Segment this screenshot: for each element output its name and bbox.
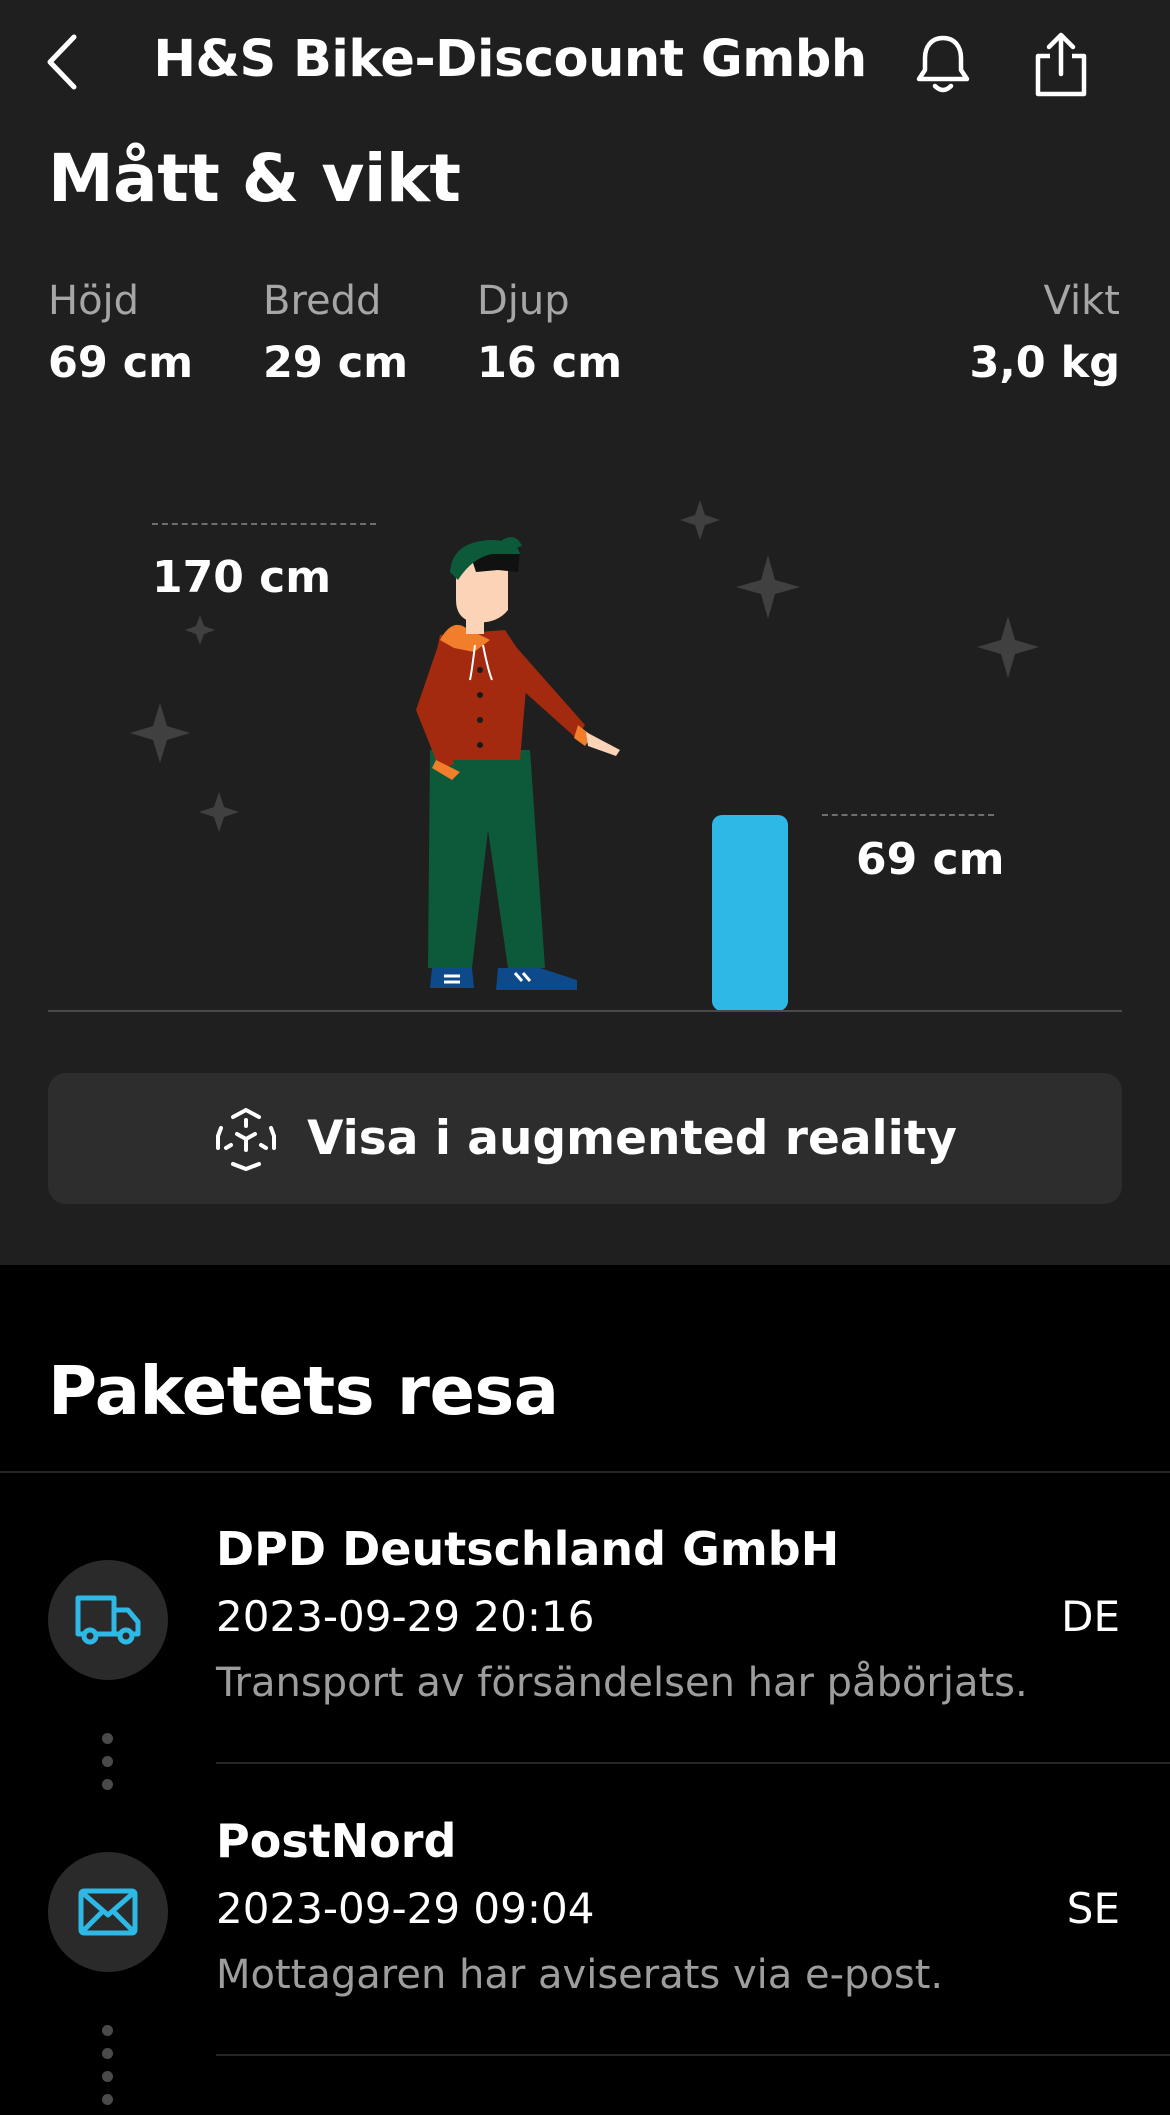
truck-icon	[75, 1595, 141, 1645]
event-time: 2023-09-29 09:04	[216, 1884, 595, 1933]
journey-event[interactable]: DPD Deutschland GmbH 2023-09-29 20:16 DE…	[0, 1500, 1170, 1764]
timeline-dot	[102, 2048, 113, 2059]
event-country: DE	[1061, 1592, 1120, 1641]
height-label: Höjd	[48, 278, 140, 324]
app-header: H&S Bike-Discount Gmbh	[0, 0, 1170, 130]
page-title: H&S Bike-Discount Gmbh	[153, 30, 867, 89]
ar-view-label: Visa i augmented reality	[307, 1111, 957, 1166]
ar-cube-icon	[216, 1107, 277, 1171]
depth-spec: Djup 16 cm	[477, 278, 622, 388]
event-description: Transport av försändelsen har påbörjats.	[216, 1660, 1028, 1706]
width-spec: Bredd 29 cm	[263, 278, 408, 388]
weight-value: 3,0 kg	[969, 338, 1120, 388]
event-carrier: DPD Deutschland GmbH	[216, 1522, 840, 1576]
event-separator	[216, 2054, 1170, 2056]
package-height-line	[822, 814, 994, 816]
share-button[interactable]	[1030, 30, 1092, 98]
package-height-bar	[712, 815, 788, 1011]
chevron-left-icon	[47, 34, 77, 90]
share-icon	[1035, 32, 1087, 97]
event-time: 2023-09-29 20:16	[216, 1592, 595, 1641]
journey-title: Paketets resa	[48, 1352, 559, 1430]
ar-view-button[interactable]: Visa i augmented reality	[48, 1073, 1122, 1204]
size-comparison: 170 cm 69 cm	[0, 430, 1170, 1015]
timeline-dot	[102, 1756, 113, 1767]
bell-icon	[916, 35, 970, 93]
depth-value: 16 cm	[477, 338, 623, 388]
person-illustration	[416, 537, 620, 990]
event-icon-badge	[48, 1560, 168, 1680]
height-spec: Höjd 69 cm	[48, 278, 193, 388]
event-country: SE	[1066, 1884, 1120, 1933]
timeline-dot	[102, 1733, 113, 1744]
event-icon-badge	[48, 1852, 168, 1972]
event-separator	[216, 1762, 1170, 1764]
back-button[interactable]	[36, 28, 88, 96]
mail-icon	[78, 1888, 138, 1936]
depth-label: Djup	[477, 278, 570, 324]
weight-spec: Vikt 3,0 kg	[969, 278, 1120, 388]
dimensions-title: Mått & vikt	[48, 140, 461, 217]
package-height-label: 69 cm	[856, 834, 1005, 885]
timeline-dot	[102, 2071, 113, 2082]
notifications-button[interactable]	[912, 30, 974, 98]
width-value: 29 cm	[263, 338, 409, 388]
journey-event[interactable]: PostNord 2023-09-29 09:04 SE Mottagaren …	[0, 1792, 1170, 2056]
height-value: 69 cm	[48, 338, 194, 388]
timeline-dot	[102, 2094, 113, 2105]
event-carrier: PostNord	[216, 1814, 457, 1868]
timeline-dot	[102, 2025, 113, 2036]
ground-line	[48, 1010, 1122, 1012]
event-description: Mottagaren har aviserats via e-post.	[216, 1952, 944, 1998]
weight-label: Vikt	[1043, 278, 1120, 324]
journey-divider	[0, 1471, 1170, 1473]
package-dimensions-panel: H&S Bike-Discount Gmbh Mått & vikt Höjd …	[0, 0, 1170, 1265]
width-label: Bredd	[263, 278, 382, 324]
timeline-dot	[102, 1779, 113, 1790]
